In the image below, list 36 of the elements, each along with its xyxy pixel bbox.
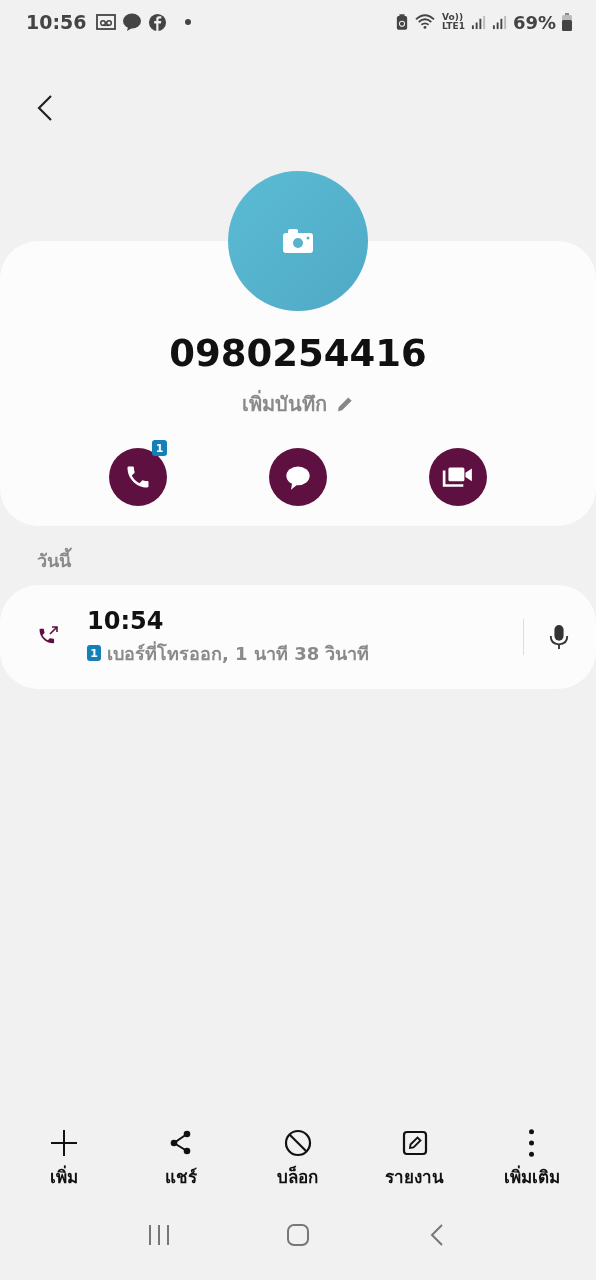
block-icon: [284, 1129, 312, 1157]
phone-number: 0980254416: [169, 332, 427, 376]
section-header: วันนี้: [0, 526, 596, 585]
recent-apps-button[interactable]: [147, 1223, 172, 1247]
video-camera-icon: [442, 464, 474, 490]
plus-icon: [50, 1129, 79, 1157]
chat-bubble-icon: [122, 12, 143, 32]
add-button[interactable]: เพิ่ม: [19, 1129, 110, 1190]
signal-icon: [491, 14, 507, 30]
sim-badge: 1: [152, 440, 167, 456]
back-button[interactable]: [37, 93, 55, 123]
video-call-button[interactable]: [429, 448, 487, 506]
share-button[interactable]: แชร์: [136, 1129, 227, 1190]
call-time: 10:54: [87, 606, 165, 635]
network-label: Vo)): [442, 13, 463, 22]
voicemail-icon: [96, 13, 117, 31]
microphone-button[interactable]: [548, 624, 570, 650]
notification-dot-icon: [185, 19, 192, 25]
battery-saver-icon: [396, 13, 409, 31]
wifi-icon: [414, 13, 437, 31]
call-detail: เบอร์ที่โทรออก, 1 นาที 38 วินาที: [107, 640, 370, 666]
report-button[interactable]: รายงาน: [369, 1129, 460, 1190]
battery-percentage: 69%: [512, 11, 556, 33]
camera-icon: [283, 229, 313, 253]
message-button[interactable]: [269, 448, 327, 506]
edit-icon: [400, 1129, 429, 1157]
home-button[interactable]: [286, 1223, 310, 1247]
status-time: 10:56: [26, 11, 87, 33]
battery-icon: [562, 13, 572, 31]
facebook-icon: [148, 12, 168, 32]
network-label: LTE1: [442, 22, 465, 31]
block-button[interactable]: บล็อก: [253, 1129, 343, 1190]
signal-icon: [470, 14, 486, 30]
more-options-icon: [529, 1129, 535, 1157]
sim-badge: 1: [87, 645, 101, 661]
more-button[interactable]: เพิ่มเติม: [486, 1129, 577, 1190]
